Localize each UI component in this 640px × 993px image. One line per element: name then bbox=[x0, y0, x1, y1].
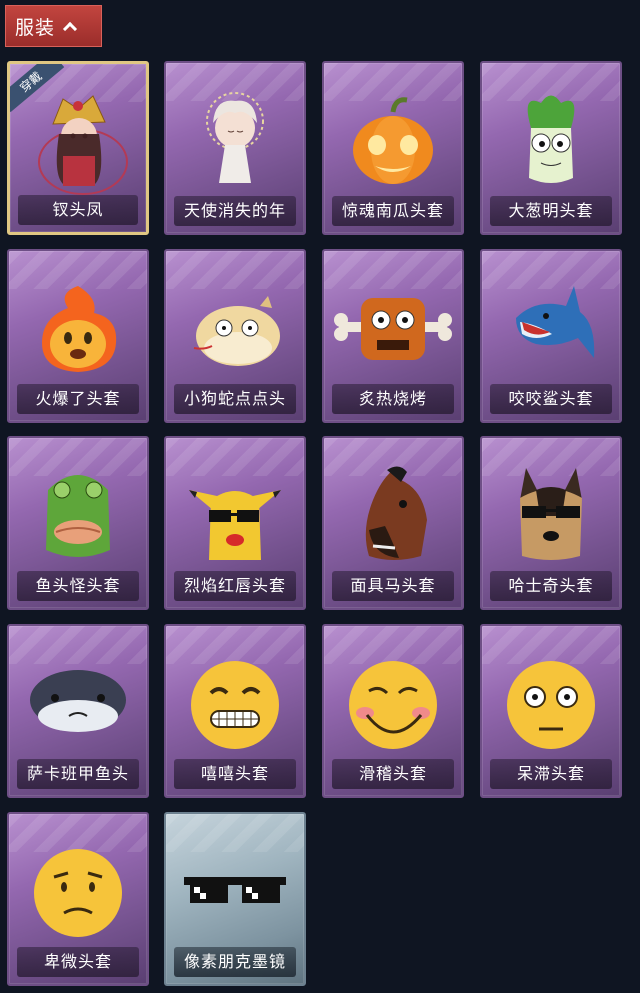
item-label: 惊魂南瓜头套 bbox=[332, 196, 454, 226]
item-card-horse[interactable]: 面具马头套 bbox=[322, 436, 464, 610]
item-grid: 穿戴 钗头凤 天使消失的年 惊魂南瓜头套 大葱明头套 火爆了头套 小狗蛇点点头 … bbox=[0, 0, 640, 993]
item-card-funny[interactable]: 滑稽头套 bbox=[322, 624, 464, 798]
husky-head-icon bbox=[482, 456, 620, 574]
funny-emoji-head-icon bbox=[324, 644, 462, 762]
item-card-pixel-sunglasses[interactable]: 像素朋克墨镜 bbox=[164, 812, 306, 986]
horse-mask-icon bbox=[324, 456, 462, 574]
item-label: 卑微头套 bbox=[17, 947, 139, 977]
pixel-sunglasses-icon bbox=[166, 832, 304, 950]
item-card-humble[interactable]: 卑微头套 bbox=[7, 812, 149, 986]
item-label: 哈士奇头套 bbox=[490, 571, 612, 601]
bbq-meat-head-icon bbox=[324, 269, 462, 387]
sacabambaspis-head-icon bbox=[9, 644, 147, 762]
item-label: 嘻嘻头套 bbox=[174, 759, 296, 789]
shark-head-icon bbox=[482, 269, 620, 387]
pumpkin-head-icon bbox=[324, 81, 462, 199]
item-card-dazed[interactable]: 呆滞头套 bbox=[480, 624, 622, 798]
grin-emoji-head-icon bbox=[166, 644, 304, 762]
dazed-emoji-head-icon bbox=[482, 644, 620, 762]
item-label: 萨卡班甲鱼头 bbox=[17, 759, 139, 789]
item-label: 咬咬鲨头套 bbox=[490, 384, 612, 414]
item-card-bbq[interactable]: 炙热烧烤 bbox=[322, 249, 464, 423]
item-label: 火爆了头套 bbox=[17, 384, 139, 414]
item-label: 炙热烧烤 bbox=[332, 384, 454, 414]
item-label: 像素朋克墨镜 bbox=[174, 947, 296, 977]
item-label: 鱼头怪头套 bbox=[17, 571, 139, 601]
item-label: 烈焰红唇头套 bbox=[174, 571, 296, 601]
item-label: 呆滞头套 bbox=[490, 759, 612, 789]
item-label: 滑稽头套 bbox=[332, 759, 454, 789]
item-card-scallion[interactable]: 大葱明头套 bbox=[480, 61, 622, 235]
scallion-head-icon bbox=[482, 81, 620, 199]
phoenix-crown-costume-icon bbox=[10, 82, 146, 200]
item-card-fish-monster[interactable]: 鱼头怪头套 bbox=[7, 436, 149, 610]
dog-snake-head-icon bbox=[166, 269, 304, 387]
item-card-grin[interactable]: 嘻嘻头套 bbox=[164, 624, 306, 798]
item-card-fire[interactable]: 火爆了头套 bbox=[7, 249, 149, 423]
fire-head-icon bbox=[9, 269, 147, 387]
item-label: 小狗蛇点点头 bbox=[174, 384, 296, 414]
item-card-angel[interactable]: 天使消失的年 bbox=[164, 61, 306, 235]
item-label: 面具马头套 bbox=[332, 571, 454, 601]
item-card-dog-snake[interactable]: 小狗蛇点点头 bbox=[164, 249, 306, 423]
item-card-phoenix-crown[interactable]: 穿戴 钗头凤 bbox=[7, 61, 149, 235]
item-card-husky[interactable]: 哈士奇头套 bbox=[480, 436, 622, 610]
item-label: 钗头凤 bbox=[18, 195, 138, 225]
item-card-red-lips[interactable]: 烈焰红唇头套 bbox=[164, 436, 306, 610]
item-label: 大葱明头套 bbox=[490, 196, 612, 226]
red-lips-pikachu-head-icon bbox=[166, 456, 304, 574]
item-card-sacabambaspis[interactable]: 萨卡班甲鱼头 bbox=[7, 624, 149, 798]
item-card-shark[interactable]: 咬咬鲨头套 bbox=[480, 249, 622, 423]
item-label: 天使消失的年 bbox=[174, 196, 296, 226]
angel-girl-icon bbox=[166, 81, 304, 199]
humble-emoji-head-icon bbox=[9, 832, 147, 950]
item-card-pumpkin[interactable]: 惊魂南瓜头套 bbox=[322, 61, 464, 235]
fish-monster-head-icon bbox=[9, 456, 147, 574]
